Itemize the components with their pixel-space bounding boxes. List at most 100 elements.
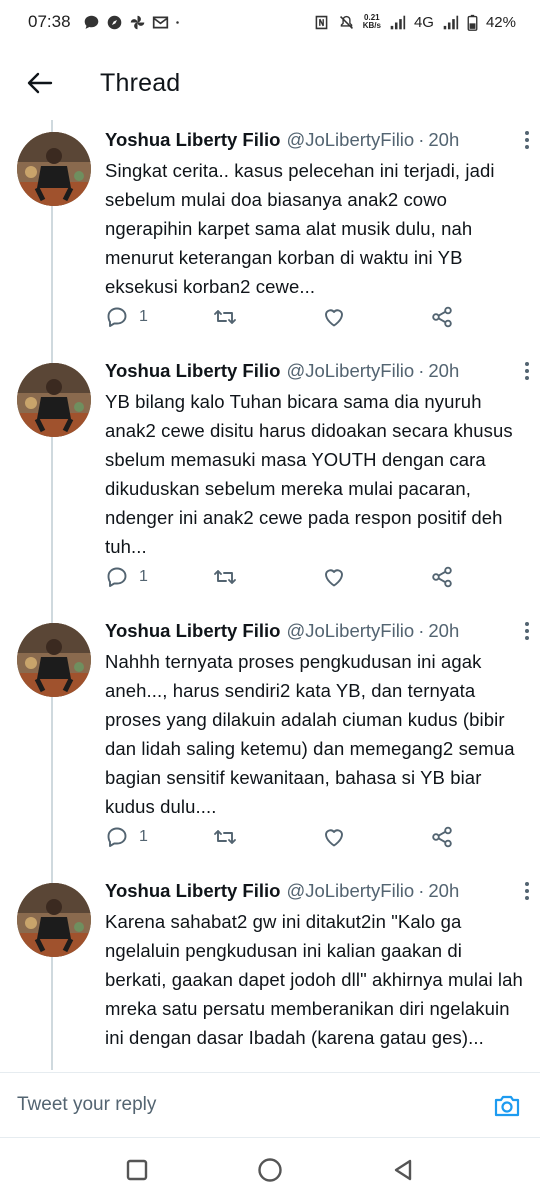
avatar-image: [17, 363, 91, 437]
avatar[interactable]: [17, 883, 91, 957]
author-name[interactable]: Yoshua Liberty Filio: [105, 880, 280, 902]
dot-icon: [175, 20, 179, 24]
heart-icon: [325, 569, 343, 587]
separator: ·: [418, 880, 425, 901]
share-icon: [432, 826, 452, 848]
reply-button[interactable]: 1: [105, 825, 148, 849]
tweet-text: Singkat cerita.. kasus pelecehan ini ter…: [105, 160, 495, 297]
camera-icon[interactable]: [492, 1091, 522, 1121]
tweet-header: Yoshua Liberty Filio @JoLibertyFilio · 2…: [105, 357, 525, 385]
arrow-left-icon: [27, 72, 53, 94]
tweet-text: Nahhh ternyata proses pengkudusan ini ag…: [105, 651, 515, 817]
tweet-body: Yoshua Liberty Filio @JoLibertyFilio · 2…: [105, 126, 525, 301]
recents-square-icon: [126, 1159, 147, 1181]
share-icon: [432, 566, 452, 588]
network-type: 4G: [413, 13, 434, 31]
author-name[interactable]: Yoshua Liberty Filio: [105, 360, 280, 382]
author-handle[interactable]: @JoLibertyFilio: [286, 360, 414, 382]
more-vertical-icon[interactable]: [524, 881, 530, 901]
home-button[interactable]: [256, 1156, 284, 1184]
compass-icon: [107, 15, 121, 29]
separator: ·: [418, 129, 425, 150]
status-right: 0.21 KB/s 4G 42%: [313, 14, 516, 31]
system-nav-bar: [0, 1140, 540, 1200]
like-button[interactable]: [322, 825, 346, 849]
author-handle[interactable]: @JoLibertyFilio: [286, 620, 414, 642]
reply-count: 1: [139, 308, 148, 325]
reply-count: 1: [139, 568, 148, 585]
more-vertical-icon[interactable]: [524, 130, 530, 150]
tweet-time[interactable]: 20h: [428, 129, 459, 151]
tweet-body: Yoshua Liberty Filio @JoLibertyFilio · 2…: [105, 357, 525, 561]
tweet-header: Yoshua Liberty Filio @JoLibertyFilio · 2…: [105, 126, 525, 154]
status-time: 07:38: [28, 12, 71, 31]
mute-icon: [339, 15, 353, 29]
retweet-icon: [214, 310, 236, 324]
retweet-icon: [214, 830, 236, 844]
reply-button[interactable]: 1: [105, 565, 148, 589]
retweet-button[interactable]: [213, 305, 237, 329]
tweet-time[interactable]: 20h: [428, 360, 459, 382]
tweet-actions: 1: [105, 302, 465, 332]
system-back-button[interactable]: [389, 1156, 417, 1184]
heart-icon: [325, 309, 343, 327]
tweet-time[interactable]: 20h: [428, 880, 459, 902]
reply-composer[interactable]: Tweet your reply: [0, 1072, 540, 1138]
heart-icon: [325, 829, 343, 847]
tweet-actions: 1: [105, 562, 465, 592]
nfc-icon: [315, 15, 328, 29]
tweet-header: Yoshua Liberty Filio @JoLibertyFilio · 2…: [105, 877, 525, 905]
share-button[interactable]: [430, 565, 454, 589]
back-triangle-icon: [395, 1159, 412, 1181]
reply-count: 1: [139, 828, 148, 845]
share-button[interactable]: [430, 825, 454, 849]
share-icon: [432, 306, 452, 328]
pinwheel-icon: [130, 15, 144, 29]
tweet-body: Yoshua Liberty Filio @JoLibertyFilio · 2…: [105, 617, 525, 821]
notification-icons: [83, 14, 185, 31]
author-handle[interactable]: @JoLibertyFilio: [286, 129, 414, 151]
signal-icon: [390, 15, 406, 29]
recents-button[interactable]: [123, 1156, 151, 1184]
tweet-header: Yoshua Liberty Filio @JoLibertyFilio · 2…: [105, 617, 525, 645]
reply-button[interactable]: 1: [105, 305, 148, 329]
avatar[interactable]: [17, 132, 91, 206]
reply-input[interactable]: Tweet your reply: [17, 1094, 156, 1116]
avatar-image: [17, 132, 91, 206]
avatar[interactable]: [17, 623, 91, 697]
avatar-image: [17, 883, 91, 957]
battery-icon: [467, 14, 478, 31]
author-name[interactable]: Yoshua Liberty Filio: [105, 620, 280, 642]
separator: ·: [418, 620, 425, 641]
reply-icon: [107, 567, 127, 587]
header: Thread: [0, 52, 540, 114]
tweet-body: Yoshua Liberty Filio @JoLibertyFilio · 2…: [105, 877, 525, 1052]
home-circle-icon: [258, 1158, 282, 1182]
tweet-time[interactable]: 20h: [428, 620, 459, 642]
more-vertical-icon[interactable]: [524, 621, 530, 641]
chat-bubble-icon: [84, 15, 98, 29]
author-name[interactable]: Yoshua Liberty Filio: [105, 129, 280, 151]
mail-icon: [152, 16, 168, 28]
back-button[interactable]: [20, 63, 60, 103]
net-speed-unit: KB/s: [362, 21, 381, 30]
retweet-button[interactable]: [213, 825, 237, 849]
avatar[interactable]: [17, 363, 91, 437]
separator: ·: [418, 360, 425, 381]
tweet-text: Karena sahabat2 gw ini ditakut2in "Kalo …: [105, 911, 523, 1048]
net-speed: 0.21 KB/s: [363, 14, 381, 30]
page-title: Thread: [100, 68, 181, 97]
tweet-text: YB bilang kalo Tuhan bicara sama dia nyu…: [105, 391, 513, 557]
like-button[interactable]: [322, 305, 346, 329]
status-bar: 07:38 0.21 KB/s 4G 42%: [0, 0, 540, 44]
reply-icon: [107, 307, 127, 327]
battery-level: 42%: [485, 13, 516, 31]
retweet-button[interactable]: [213, 565, 237, 589]
avatar-image: [17, 623, 91, 697]
signal-icon-2: [443, 15, 459, 29]
more-vertical-icon[interactable]: [524, 361, 530, 381]
retweet-icon: [214, 570, 236, 584]
share-button[interactable]: [430, 305, 454, 329]
author-handle[interactable]: @JoLibertyFilio: [286, 880, 414, 902]
like-button[interactable]: [322, 565, 346, 589]
